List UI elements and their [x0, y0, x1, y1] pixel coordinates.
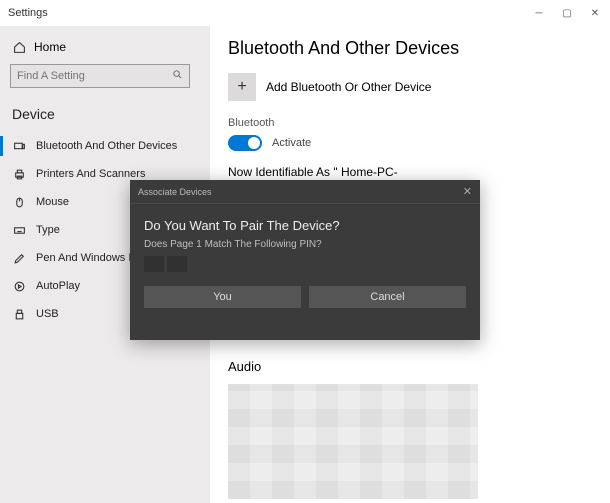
- dialog-header-title: Associate Devices: [138, 187, 212, 197]
- add-button[interactable]: +: [228, 73, 256, 101]
- sidebar-item-label: Mouse: [36, 196, 69, 208]
- search-input[interactable]: [10, 64, 190, 88]
- window-controls: ─ ▢ ✕: [532, 6, 602, 20]
- sidebar-item-label: Pen And Windows Ink: [36, 252, 143, 264]
- audio-placeholder: [228, 384, 478, 499]
- add-device-row[interactable]: + Add Bluetooth Or Other Device: [228, 73, 592, 101]
- dialog-subtitle: Does Page 1 Match The Following PIN?: [144, 239, 466, 250]
- dialog-actions: You Cancel: [144, 286, 466, 308]
- section-title: Device: [6, 100, 204, 132]
- devices-icon: [12, 139, 26, 153]
- maximize-icon[interactable]: ▢: [560, 6, 574, 20]
- minimize-icon[interactable]: ─: [532, 6, 546, 20]
- yes-button[interactable]: You: [144, 286, 301, 308]
- page-title: Bluetooth And Other Devices: [228, 38, 592, 59]
- sidebar-item-label: Type: [36, 224, 60, 236]
- home-label: Home: [34, 40, 66, 54]
- sidebar-item-bluetooth[interactable]: Bluetooth And Other Devices: [6, 132, 204, 160]
- pair-dialog: Associate Devices ✕ Do You Want To Pair …: [130, 180, 480, 340]
- autoplay-icon: [12, 279, 26, 293]
- titlebar: Settings ─ ▢ ✕: [0, 0, 610, 26]
- sidebar-item-label: Printers And Scanners: [36, 168, 145, 180]
- sidebar-item-label: USB: [36, 308, 59, 320]
- pen-icon: [12, 251, 26, 265]
- plus-icon: +: [237, 78, 246, 96]
- printer-icon: [12, 167, 26, 181]
- status-text: Now Identifiable As " Home-PC-: [228, 165, 592, 179]
- pin-digit: [167, 256, 187, 272]
- home-link[interactable]: Home: [6, 34, 204, 64]
- dialog-header: Associate Devices ✕: [130, 180, 480, 204]
- bluetooth-toggle-row: Activate: [228, 135, 592, 151]
- close-icon[interactable]: ✕: [588, 6, 602, 20]
- dialog-body: Do You Want To Pair The Device? Does Pag…: [130, 204, 480, 316]
- keyboard-icon: [12, 223, 26, 237]
- dialog-title: Do You Want To Pair The Device?: [144, 218, 466, 233]
- bluetooth-toggle[interactable]: [228, 135, 262, 151]
- toggle-label: Activate: [272, 137, 311, 149]
- sidebar-item-label: Bluetooth And Other Devices: [36, 140, 177, 152]
- add-label: Add Bluetooth Or Other Device: [266, 80, 431, 94]
- audio-heading: Audio: [228, 359, 592, 374]
- dialog-footer: [130, 316, 480, 340]
- pin-digit: [144, 256, 164, 272]
- search-icon: [172, 69, 183, 83]
- bluetooth-subhead: Bluetooth: [228, 117, 592, 129]
- usb-icon: [12, 307, 26, 321]
- dialog-close-icon[interactable]: ✕: [463, 185, 472, 198]
- window-title: Settings: [8, 7, 48, 19]
- sidebar-item-label: AutoPlay: [36, 280, 80, 292]
- mouse-icon: [12, 195, 26, 209]
- cancel-button[interactable]: Cancel: [309, 286, 466, 308]
- home-icon: [12, 40, 26, 54]
- search-field[interactable]: [17, 70, 172, 82]
- pin-display: [144, 256, 466, 272]
